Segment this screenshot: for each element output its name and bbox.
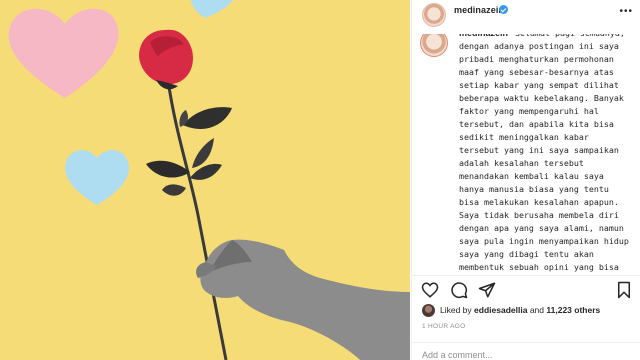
caption-body: Selamat pagi semuanya, dengan adanya pos… [459,34,629,272]
post-header: medinazein ••• [412,0,640,34]
caption-avatar[interactable] [420,34,448,57]
comment-input[interactable] [422,350,602,360]
heart-icon[interactable] [421,281,439,299]
leaf-shape-6 [162,184,186,196]
leaf-shape-1 [183,107,232,129]
blue-heart-top-shape [191,0,233,18]
blue-heart-shape [65,150,129,205]
more-options-icon[interactable]: ••• [619,6,633,17]
comment-bar [412,342,640,360]
liker-avatar[interactable] [422,304,435,317]
likes-summary: Liked by eddiesadellia and 11,223 others [440,305,600,315]
bookmark-icon[interactable] [615,281,633,299]
avatar[interactable] [422,3,446,27]
rose-illustration [8,0,410,360]
caption-text: medinazein Selamat pagi semuanya, dengan… [459,34,632,274]
caption-section: medinazein Selamat pagi semuanya, dengan… [412,34,640,274]
verified-badge-icon [499,5,508,14]
likes-connector: and [529,305,544,315]
likes-count-link[interactable]: 11,223 others [546,305,600,315]
likes-row: Liked by eddiesadellia and 11,223 others [412,303,640,319]
share-icon[interactable] [478,281,496,299]
liked-by-prefix: Liked by [440,305,472,315]
action-bar [412,275,640,303]
leaf-shape-3 [146,160,190,178]
username-link[interactable]: medinazein [454,5,504,15]
pink-heart-shape [8,8,119,98]
comment-icon[interactable] [450,281,468,299]
caption-username[interactable]: medinazein [459,34,508,38]
post-side-panel: medinazein ••• medinazein Selamat pagi s… [411,0,640,360]
post-image[interactable] [0,0,410,360]
post-timestamp[interactable]: 1 HOUR AGO [422,323,465,330]
leaf-shape-4 [192,138,214,168]
liker-username-link[interactable]: eddiesadellia [474,305,527,315]
